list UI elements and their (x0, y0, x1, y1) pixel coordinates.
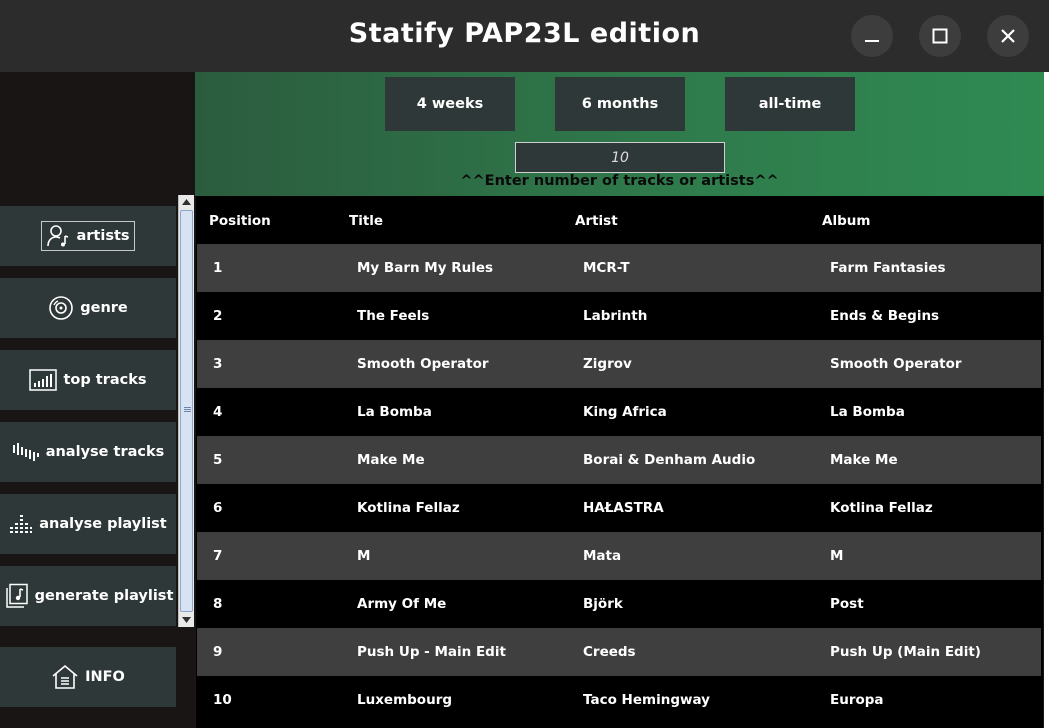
cell-artist: Borai & Denham Audio (583, 452, 756, 468)
cell-position: 4 (213, 404, 223, 420)
disc-icon (48, 295, 74, 321)
table-row[interactable]: 8 Army Of Me Björk Post (197, 580, 1041, 628)
home-icon (51, 664, 79, 690)
cell-title: Make Me (357, 452, 425, 468)
chevron-up-icon (182, 199, 191, 205)
cell-position: 8 (213, 596, 223, 612)
cell-title: My Barn My Rules (357, 260, 494, 276)
cell-title: Luxembourg (357, 692, 453, 708)
cell-position: 1 (213, 260, 223, 276)
range-6-months-button[interactable]: 6 months (555, 77, 685, 131)
sidebar-item-generate-playlist[interactable]: generate playlist (0, 566, 176, 626)
sidebar-item-label: genre (80, 300, 128, 316)
minimize-button[interactable] (851, 15, 893, 57)
cell-artist: Zigrov (583, 356, 632, 372)
cell-title: The Feels (357, 308, 430, 324)
close-icon (1001, 29, 1015, 43)
column-header-artist[interactable]: Artist (575, 213, 618, 229)
range-4-weeks-button[interactable]: 4 weeks (385, 77, 515, 131)
sidebar-item-artists[interactable]: artists (0, 206, 176, 266)
chevron-down-icon (182, 617, 191, 623)
cell-title: Smooth Operator (357, 356, 489, 372)
table-row[interactable]: 9 Push Up - Main Edit Creeds Push Up (Main … (197, 628, 1041, 676)
sidebar-item-genre[interactable]: genre (0, 278, 176, 338)
sidebar-item-label: analyse tracks (45, 444, 165, 460)
table-row[interactable]: 6 Kotlina Fellaz HAŁASTRA Kotlina Fellaz (197, 484, 1041, 532)
cell-position: 7 (213, 548, 223, 564)
cell-album: Make Me (830, 452, 898, 468)
scroll-up-button[interactable] (179, 195, 194, 209)
window-edge (1044, 72, 1049, 728)
filter-panel: 4 weeks 6 months all-time ^^Enter number… (195, 72, 1044, 196)
close-button[interactable] (987, 15, 1029, 57)
range-all-time-button[interactable]: all-time (725, 77, 855, 131)
scroll-thumb[interactable] (180, 210, 193, 612)
maximize-icon (932, 28, 948, 44)
maximize-button[interactable] (919, 15, 961, 57)
results-table: Position Title Artist Album 1 My Barn My … (196, 196, 1043, 728)
cell-album: Ends & Begins (830, 308, 940, 324)
cell-album: Europa (830, 692, 884, 708)
cell-position: 10 (213, 692, 232, 708)
table-header: Position Title Artist Album (196, 196, 1043, 244)
playlist-music-icon (3, 583, 29, 609)
user-music-icon (46, 224, 70, 248)
table-row[interactable]: 5 Make Me Borai & Denham Audio Make Me (197, 436, 1041, 484)
app-window: Statify PAP23L edition artists genre top… (0, 0, 1049, 728)
sidebar-item-label: artists (76, 228, 130, 244)
table-row[interactable]: 10 Luxembourg Taco Hemingway Europa (197, 676, 1041, 724)
cell-title: M (357, 548, 371, 564)
cell-artist: Björk (583, 596, 623, 612)
sidebar-item-top-tracks[interactable]: top tracks (0, 350, 176, 410)
cell-album: Push Up (Main Edit) (830, 644, 981, 660)
table-row[interactable]: 7 M Mata M (197, 532, 1041, 580)
count-hint: ^^Enter number of tracks or artists^^ (460, 173, 779, 189)
cell-album: Smooth Operator (830, 356, 962, 372)
cell-artist: King Africa (583, 404, 667, 420)
scroll-down-button[interactable] (179, 613, 194, 627)
sidebar-item-label: generate playlist (34, 588, 174, 604)
title-bar: Statify PAP23L edition (0, 0, 1049, 72)
cell-artist: MCR-T (583, 260, 630, 276)
cell-position: 2 (213, 308, 223, 324)
cell-title: La Bomba (357, 404, 432, 420)
waveform-icon (12, 441, 40, 463)
cell-album: Kotlina Fellaz (830, 500, 933, 516)
minimize-icon (865, 40, 879, 42)
column-header-album[interactable]: Album (822, 213, 870, 229)
sidebar-item-analyse-playlist[interactable]: analyse playlist (0, 494, 176, 554)
table-row[interactable]: 3 Smooth Operator Zigrov Smooth Operator (197, 340, 1041, 388)
cell-title: Push Up - Main Edit (357, 644, 506, 660)
cell-album: La Bomba (830, 404, 905, 420)
info-button[interactable]: INFO (0, 647, 176, 707)
cell-title: Army Of Me (357, 596, 447, 612)
cell-position: 3 (213, 356, 223, 372)
column-header-title[interactable]: Title (349, 213, 383, 229)
sidebar-scrollbar[interactable] (178, 195, 194, 627)
cell-position: 6 (213, 500, 223, 516)
sidebar-item-analyse-tracks[interactable]: analyse tracks (0, 422, 176, 482)
table-row[interactable]: 4 La Bomba King Africa La Bomba (197, 388, 1041, 436)
cell-artist: Creeds (583, 644, 636, 660)
sidebar-item-label: top tracks (63, 372, 147, 388)
cell-artist: Labrinth (583, 308, 648, 324)
column-header-position[interactable]: Position (209, 213, 271, 229)
cell-album: M (830, 548, 844, 564)
table-row[interactable]: 2 The Feels Labrinth Ends & Begins (197, 292, 1041, 340)
info-label: INFO (85, 669, 125, 685)
cell-position: 5 (213, 452, 223, 468)
table-row[interactable]: 1 My Barn My Rules MCR-T Farm Fantasies (197, 244, 1041, 292)
equalizer-icon (9, 513, 33, 535)
bar-chart-icon (29, 369, 58, 391)
cell-album: Farm Fantasies (830, 260, 946, 276)
sidebar-item-label: analyse playlist (39, 516, 167, 532)
count-input[interactable] (515, 142, 725, 173)
cell-title: Kotlina Fellaz (357, 500, 460, 516)
cell-artist: Mata (583, 548, 622, 564)
cell-position: 9 (213, 644, 223, 660)
cell-artist: Taco Hemingway (583, 692, 710, 708)
cell-artist: HAŁASTRA (583, 500, 664, 516)
cell-album: Post (830, 596, 864, 612)
